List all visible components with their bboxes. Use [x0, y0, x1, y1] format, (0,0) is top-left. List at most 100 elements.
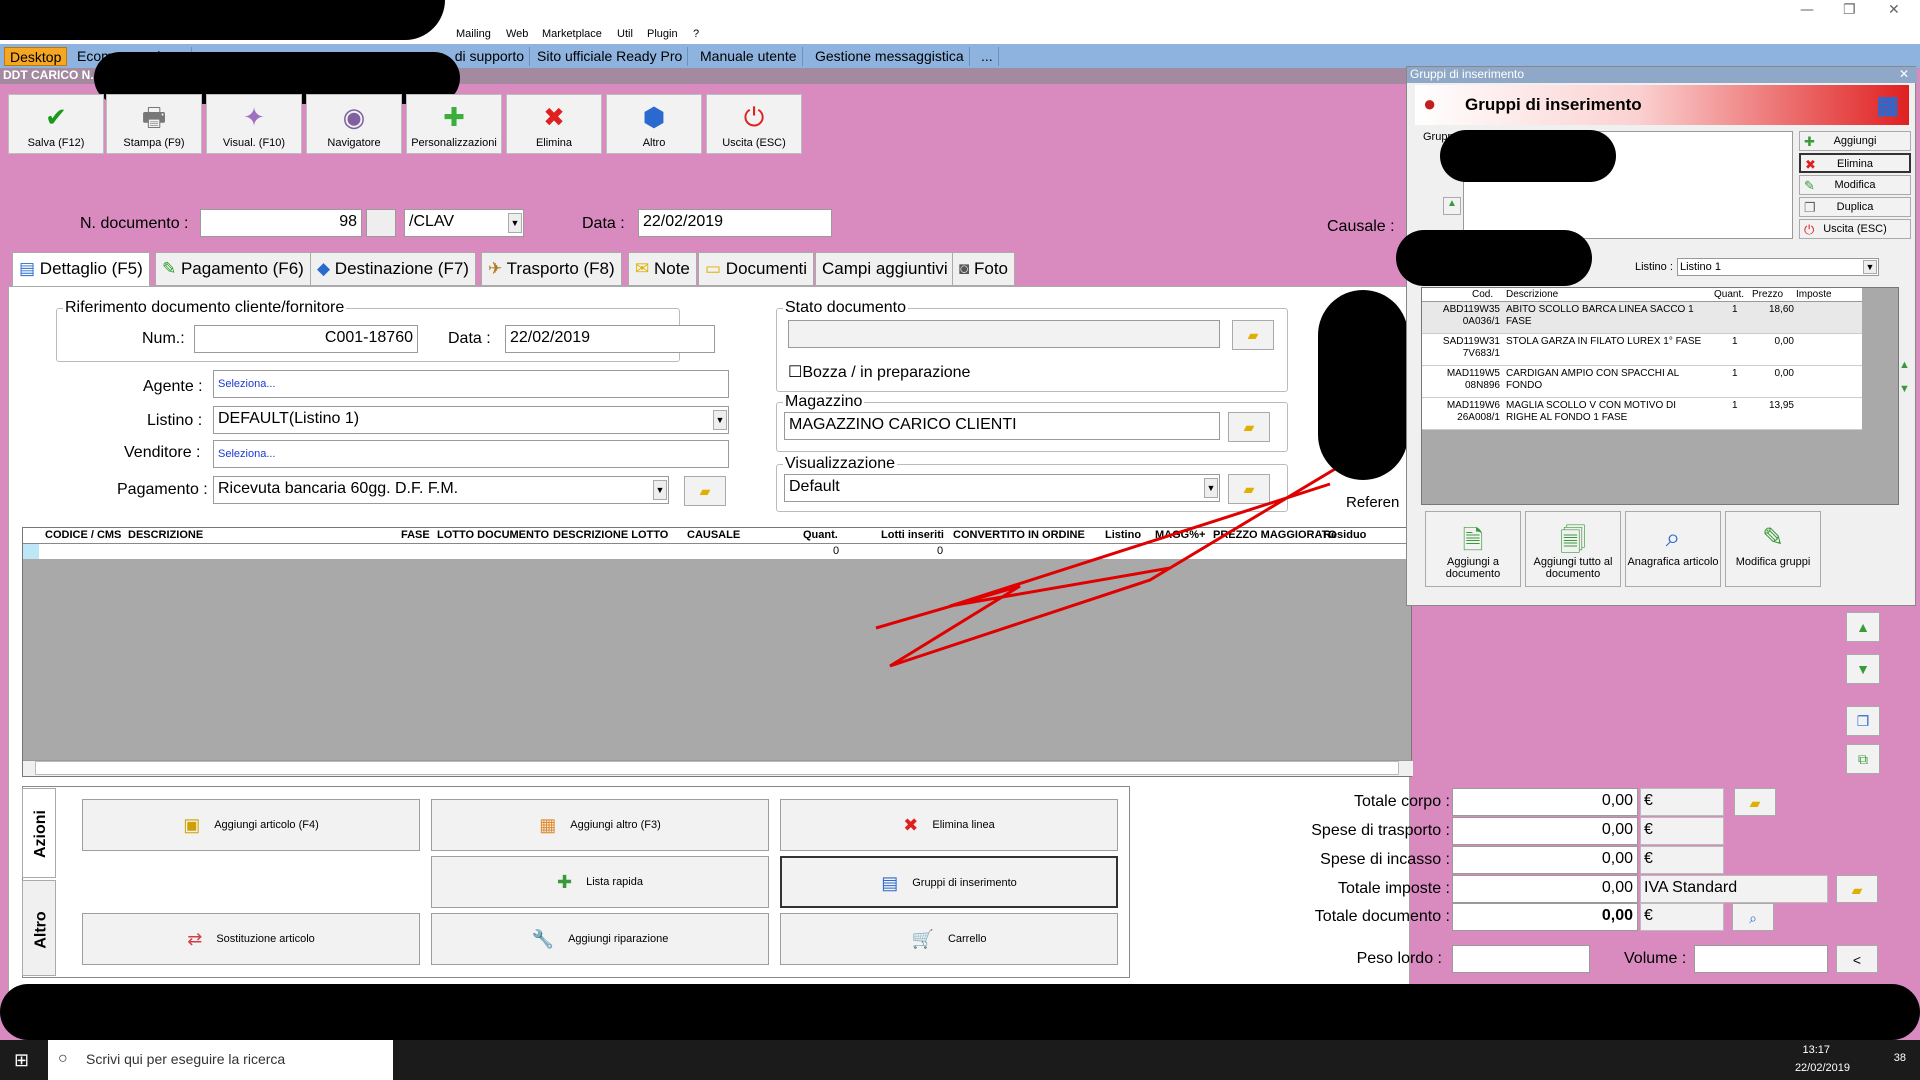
group-items-table[interactable]: Cod. Descrizione Quant. Prezzo Imposte A…: [1421, 287, 1899, 505]
col-descrizione[interactable]: DESCRIZIONE: [128, 529, 203, 541]
tab-destinazione[interactable]: ◆ Destinazione (F7): [310, 252, 476, 286]
popup-listino-select[interactable]: Listino 1 ▼: [1677, 258, 1879, 276]
row-selector[interactable]: [23, 544, 39, 559]
spese-trasporto-field[interactable]: 0,00: [1452, 817, 1638, 845]
tab-trasporto[interactable]: ✈ Trasporto (F8): [481, 252, 622, 286]
search-icon[interactable]: ⌕: [1732, 903, 1774, 931]
menu-web[interactable]: Web: [506, 28, 528, 40]
substitute-article-button[interactable]: ⇄ Sostituzione articolo: [82, 913, 420, 965]
notification-badge[interactable]: 38: [1894, 1052, 1906, 1064]
ref-date-field[interactable]: 22/02/2019: [505, 325, 715, 353]
col-codice[interactable]: CODICE / CMS: [45, 529, 121, 541]
chevron-down-icon: ▼: [1863, 260, 1877, 274]
folder-icon[interactable]: ▰: [684, 476, 726, 506]
col-quant[interactable]: Quant.: [803, 529, 838, 541]
tab-manuale[interactable]: Manuale utente: [695, 47, 803, 66]
windows-icon[interactable]: ⊞: [14, 1050, 29, 1071]
horizontal-scrollbar[interactable]: [23, 760, 1413, 776]
add-other-button[interactable]: ▦ Aggiungi altro (F3): [431, 799, 769, 851]
col-causale[interactable]: CAUSALE: [687, 529, 740, 541]
add-to-document-button[interactable]: 🗎 Aggiungi a documento: [1425, 511, 1521, 587]
copy-icon[interactable]: ❐: [1846, 706, 1880, 736]
table-row[interactable]: MAD119W5 08N896 CARDIGAN AMPIO CON SPACC…: [1422, 366, 1862, 398]
agente-select[interactable]: Seleziona...: [213, 370, 729, 398]
insert-groups-button[interactable]: ▤ Gruppi di inserimento: [780, 856, 1118, 908]
move-up-icon[interactable]: ▲: [1443, 197, 1461, 215]
collapse-button[interactable]: <: [1836, 945, 1878, 973]
tab-foto[interactable]: ◙ Foto: [952, 252, 1016, 286]
exit-button[interactable]: ⏻ Uscita (ESC): [706, 94, 802, 154]
menu-util[interactable]: Util: [617, 28, 633, 40]
ref-num-field[interactable]: C001-18760: [194, 325, 418, 353]
menu-marketplace[interactable]: Marketplace: [542, 28, 602, 40]
add-repair-button[interactable]: 🔧 Aggiungi riparazione: [431, 913, 769, 965]
duplicate-group-button[interactable]: ❐ Duplica: [1799, 197, 1911, 217]
col-lotto[interactable]: LOTTO DOCUMENTO: [437, 529, 549, 541]
tab-azioni[interactable]: Azioni: [22, 788, 56, 878]
menu-mailing[interactable]: Mailing: [456, 28, 491, 40]
delete-button[interactable]: ✖ Elimina: [506, 94, 602, 154]
menu-help[interactable]: ?: [693, 28, 699, 40]
series-select[interactable]: /CLAV ▼: [404, 209, 524, 237]
spese-incasso-field[interactable]: 0,00: [1452, 846, 1638, 874]
tab-desktop[interactable]: Desktop: [4, 47, 68, 66]
iva-field[interactable]: IVA Standard: [1640, 875, 1828, 903]
close-icon[interactable]: ✕: [1899, 67, 1909, 81]
tab-campi-aggiuntivi[interactable]: Campi aggiuntivi: [815, 252, 955, 286]
add-article-button[interactable]: ▣ Aggiungi articolo (F4): [82, 799, 420, 851]
agente-label: Agente :: [143, 378, 203, 395]
paste-icon[interactable]: ⧉: [1846, 744, 1880, 774]
delete-line-button[interactable]: ✖ Elimina linea: [780, 799, 1118, 851]
print-button[interactable]: 🖶 Stampa (F9): [106, 94, 202, 154]
date-field[interactable]: 22/02/2019: [638, 209, 832, 237]
view-button[interactable]: ✦ Visual. (F10): [206, 94, 302, 154]
save-button[interactable]: ✔ Salva (F12): [8, 94, 104, 154]
close-icon[interactable]: ✕: [1888, 2, 1900, 18]
menu-plugin[interactable]: Plugin: [647, 28, 678, 40]
tab-documenti[interactable]: ▭ Documenti: [698, 252, 815, 286]
move-down-icon[interactable]: ▼: [1899, 383, 1913, 397]
col-descrizione-lotto[interactable]: DESCRIZIONE LOTTO: [553, 529, 668, 541]
customize-button[interactable]: ✚ Personalizzazioni: [406, 94, 502, 154]
doc-number-field[interactable]: 98: [200, 209, 362, 237]
dialog-exit-button[interactable]: ⏻ Uscita (ESC): [1799, 219, 1911, 239]
search-input[interactable]: Scrivi qui per eseguire la ricerca: [48, 1040, 393, 1080]
anagrafica-button[interactable]: ⌕ Anagrafica articolo: [1625, 511, 1721, 587]
folder-icon[interactable]: ▰: [1734, 788, 1776, 816]
scroll-thumb[interactable]: [35, 761, 1399, 775]
tab-pagamento[interactable]: ✎ Pagamento (F6): [155, 252, 311, 286]
tab-sito-ufficiale[interactable]: Sito ufficiale Ready Pro: [532, 47, 689, 66]
peso-lordo-field[interactable]: [1452, 945, 1590, 973]
cart-button[interactable]: 🛒 Carrello: [780, 913, 1118, 965]
move-up-icon[interactable]: ▲: [1846, 612, 1880, 642]
add-all-button[interactable]: 🗐 Aggiungi tutto al documento: [1525, 511, 1621, 587]
folder-icon[interactable]: ▰: [1836, 875, 1878, 903]
minimize-icon[interactable]: —: [1800, 2, 1814, 18]
venditore-select[interactable]: Seleziona...: [213, 440, 729, 468]
move-down-icon[interactable]: ▼: [1846, 654, 1880, 684]
tab-note[interactable]: ✉ Note: [628, 252, 697, 286]
col-fase[interactable]: FASE: [401, 529, 430, 541]
folder-icon[interactable]: ▰: [1232, 320, 1274, 350]
volume-field[interactable]: [1694, 945, 1828, 973]
pagamento-select[interactable]: Ricevuta bancaria 60gg. D.F. F.M. ▼: [213, 476, 669, 504]
add-group-button[interactable]: ✚ Aggiungi: [1799, 131, 1911, 151]
table-row[interactable]: SAD119W31 7V683/1 STOLA GARZA IN FILATO …: [1422, 334, 1862, 366]
other-button[interactable]: ⬢ Altro: [606, 94, 702, 154]
navigator-button[interactable]: ◉ Navigatore: [306, 94, 402, 154]
restore-icon[interactable]: ❐: [1843, 2, 1856, 18]
quick-list-button[interactable]: ✚ Lista rapida: [431, 856, 769, 908]
tab-messaggistica[interactable]: Gestione messaggistica: [810, 47, 970, 66]
table-row[interactable]: MAD119W6 26A008/1 MAGLIA SCOLLO V CON MO…: [1422, 398, 1862, 430]
tab-altro[interactable]: Altro: [22, 880, 56, 976]
tab-more[interactable]: ...: [976, 47, 999, 66]
move-up-icon[interactable]: ▲: [1899, 359, 1913, 373]
edit-groups-button[interactable]: ✎ Modifica gruppi: [1725, 511, 1821, 587]
delete-group-button[interactable]: ✖ Elimina: [1799, 153, 1911, 173]
table-row[interactable]: ABD119W35 0A036/1 ABITO SCOLLO BARCA LIN…: [1422, 302, 1862, 334]
tab-dettaglio[interactable]: ▤ Dettaglio (F5): [12, 252, 150, 288]
edit-group-button[interactable]: ✎ Modifica: [1799, 175, 1911, 195]
bozza-checkbox[interactable]: ☐Bozza / in preparazione: [788, 362, 970, 382]
stato-field[interactable]: [788, 320, 1220, 348]
listino-select[interactable]: DEFAULT(Listino 1) ▼: [213, 406, 729, 434]
